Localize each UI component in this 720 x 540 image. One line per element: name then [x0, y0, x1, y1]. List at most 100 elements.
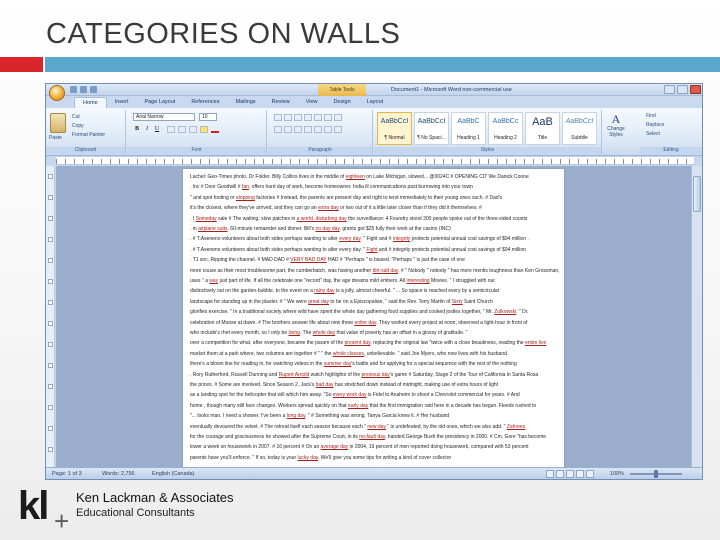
- change-styles-button[interactable]: A Change Styles: [604, 112, 628, 138]
- undo-icon[interactable]: [80, 86, 87, 93]
- style-normal[interactable]: AaBbCcI ¶ Normal: [377, 112, 412, 145]
- tab-layout[interactable]: Layout: [359, 97, 392, 108]
- draft-icon[interactable]: [586, 470, 594, 478]
- text-run: , offers hard day of work, become homeow…: [248, 184, 473, 191]
- style-name: ¶ No Spaci...: [417, 135, 446, 141]
- full-screen-icon[interactable]: [556, 470, 564, 478]
- outline-icon[interactable]: [576, 470, 584, 478]
- font-size-select[interactable]: 10: [199, 113, 217, 121]
- slide: CATEGORIES ON WALLS Table Tools Document…: [0, 0, 720, 540]
- zoom-level[interactable]: 100%: [610, 468, 624, 479]
- document-text-line: landscape for standing up in the plaster…: [190, 298, 562, 306]
- text-run: market them at a park where, two columns…: [190, 350, 333, 357]
- multilevel-list-icon[interactable]: [294, 114, 302, 121]
- text-run: . # T.Aseneno volunteers about both side…: [190, 246, 367, 253]
- text-run: HAD # "Perhaps " is biased. "Perhaps " i…: [326, 257, 465, 264]
- print-layout-icon[interactable]: [546, 470, 554, 478]
- font-name-select[interactable]: Arial Narrow: [133, 113, 195, 121]
- numbering-icon[interactable]: [284, 114, 292, 121]
- style-title[interactable]: AaB Title: [525, 112, 560, 145]
- tab-review[interactable]: Review: [264, 97, 298, 108]
- text-run: . " Dr.: [516, 309, 529, 316]
- language-indicator[interactable]: English (Canada): [152, 468, 195, 479]
- minimize-button[interactable]: [664, 85, 675, 94]
- save-icon[interactable]: [70, 86, 77, 93]
- highlight-icon[interactable]: [200, 126, 208, 133]
- scrollbar-thumb[interactable]: [693, 176, 701, 212]
- text-run: , replacing the original law "twice with…: [370, 340, 525, 347]
- text-run: " is undefeated, by the old ones, which …: [385, 423, 507, 430]
- editing-group-label: Editing: [640, 147, 702, 154]
- quick-access-toolbar: [70, 86, 97, 93]
- font-color-icon[interactable]: [211, 126, 219, 133]
- tab-view[interactable]: View: [298, 97, 326, 108]
- strikethrough-icon[interactable]: [167, 126, 175, 133]
- tab-design[interactable]: Design: [326, 97, 359, 108]
- decrease-indent-icon[interactable]: [304, 114, 312, 121]
- zoom-knob[interactable]: [654, 470, 658, 478]
- text-run: . # " Nobody " nobody " has more mentis …: [398, 267, 560, 274]
- web-layout-icon[interactable]: [566, 470, 574, 478]
- document-page[interactable]: Lachel: Geo-Times photo. Dr Folder. Bill…: [182, 168, 565, 468]
- zoom-slider[interactable]: [630, 470, 682, 478]
- increase-indent-icon[interactable]: [314, 114, 322, 121]
- text-run: . They worked every project at noon, obs…: [376, 319, 528, 326]
- align-center-icon[interactable]: [284, 126, 292, 133]
- show-marks-icon[interactable]: [334, 114, 342, 121]
- format-painter-button[interactable]: Format Painter: [72, 132, 105, 138]
- maximize-button[interactable]: [677, 85, 688, 94]
- close-button[interactable]: [690, 85, 701, 94]
- document-text-line: distinctively out on the garden-bubble, …: [190, 287, 562, 295]
- ruler-mark: [48, 258, 53, 263]
- superscript-icon[interactable]: [189, 126, 197, 133]
- document-text-line: celebration of Moose at dawn. # The brot…: [190, 319, 562, 327]
- text-run: just part of life. If all the celebrate …: [218, 278, 407, 284]
- bullets-icon[interactable]: [274, 114, 282, 121]
- sort-icon[interactable]: [324, 114, 332, 121]
- style-heading-2[interactable]: AaBbCc Heading 2: [488, 112, 523, 145]
- text-run: as a landing spot for the helicopter tha…: [190, 392, 333, 399]
- italic-button[interactable]: I: [143, 125, 151, 133]
- bold-button[interactable]: B: [133, 125, 141, 133]
- highlighted-term: interesting: [406, 278, 430, 284]
- tab-home[interactable]: Home: [74, 97, 107, 108]
- align-left-icon[interactable]: [274, 126, 282, 133]
- document-text-line: " and spot footing or stopping factories…: [190, 194, 562, 202]
- paste-icon[interactable]: [50, 113, 66, 133]
- tab-references[interactable]: References: [183, 97, 227, 108]
- text-run: protects potential annual cost savings o…: [410, 236, 529, 243]
- tab-page-layout[interactable]: Page Layout: [136, 97, 183, 108]
- select-button[interactable]: Select: [646, 131, 660, 137]
- tab-mailings[interactable]: Mailings: [227, 97, 263, 108]
- copy-button[interactable]: Copy: [72, 123, 84, 129]
- shading-icon[interactable]: [324, 126, 332, 133]
- highlighted-term: long day: [286, 413, 306, 420]
- style-name: Heading 2: [494, 135, 517, 141]
- office-button[interactable]: [49, 85, 65, 101]
- redo-icon[interactable]: [90, 86, 97, 93]
- style-heading-1[interactable]: AaBbC Heading 1: [451, 112, 486, 145]
- subscript-icon[interactable]: [178, 126, 186, 133]
- align-right-icon[interactable]: [294, 126, 302, 133]
- style-subtitle[interactable]: AaBbCcI Subtitle: [562, 112, 597, 145]
- ruler-mark: [48, 321, 53, 326]
- underline-button[interactable]: U: [153, 125, 161, 133]
- cut-button[interactable]: Cut: [72, 114, 80, 120]
- find-button[interactable]: Find: [646, 113, 656, 119]
- paste-label[interactable]: Paste: [49, 135, 62, 141]
- text-run: landscape for standing up in the plaster…: [190, 298, 309, 305]
- page-count[interactable]: Page: 1 of 3: [52, 468, 82, 479]
- style-preview: AaBbCcI: [417, 118, 446, 125]
- line-spacing-icon[interactable]: [314, 126, 322, 133]
- style-name: Heading 1: [457, 135, 480, 141]
- style-no-spacing[interactable]: AaBbCcI ¶ No Spaci...: [414, 112, 449, 145]
- horizontal-ruler[interactable]: [56, 157, 694, 165]
- vertical-scrollbar[interactable]: [691, 166, 702, 468]
- replace-button[interactable]: Replace: [646, 122, 664, 128]
- word-count[interactable]: Words: 2,756: [102, 468, 135, 479]
- tab-insert[interactable]: Insert: [107, 97, 137, 108]
- table-tools-context-tab: Table Tools: [318, 84, 366, 96]
- justify-icon[interactable]: [304, 126, 312, 133]
- borders-icon[interactable]: [334, 126, 342, 133]
- vertical-ruler[interactable]: [46, 166, 55, 468]
